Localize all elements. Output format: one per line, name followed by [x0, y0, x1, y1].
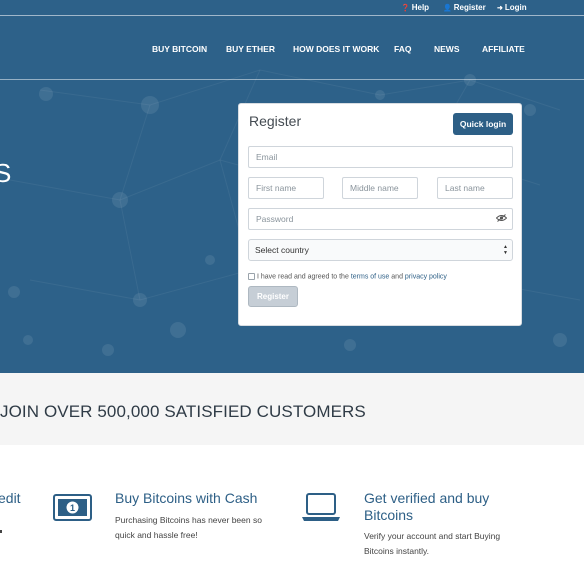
- user-icon: 👤: [443, 5, 452, 12]
- question-circle-icon: ❓: [401, 5, 410, 12]
- country-select-value: Select country: [255, 245, 309, 255]
- privacy-policy-link[interactable]: privacy policy: [405, 273, 447, 280]
- password-input[interactable]: [248, 208, 513, 230]
- middle-name-input[interactable]: [342, 177, 418, 199]
- register-link[interactable]: 👤 Register: [443, 3, 486, 12]
- nav-affiliate[interactable]: AFFILIATE: [482, 44, 525, 54]
- main-navigation: BUY BITCOIN BUY ETHER HOW DOES IT WORK F…: [0, 17, 584, 80]
- country-select[interactable]: Select country ▲ ▼: [248, 239, 513, 261]
- register-card: Register Quick login Select country ▲▼ I…: [238, 103, 522, 326]
- quick-login-button[interactable]: Quick login: [453, 113, 513, 135]
- first-name-input[interactable]: [248, 177, 324, 199]
- last-name-input[interactable]: [437, 177, 513, 199]
- nav-buy-ether[interactable]: BUY ETHER: [226, 44, 275, 54]
- customers-banner: JOIN OVER 500,000 SATISFIED CUSTOMERS: [0, 373, 584, 445]
- feature-verified-desc: Verify your account and start Buying Bit…: [364, 531, 501, 556]
- terms-agreement: I have read and agreed to the terms of u…: [248, 273, 447, 280]
- top-utility-bar: ❓ Help 👤 Register ➜ Login: [0, 0, 584, 16]
- feature-cash-title: Buy Bitcoins with Cash: [115, 490, 258, 506]
- svg-text:1: 1: [70, 503, 75, 513]
- nav-faq[interactable]: FAQ: [394, 44, 411, 54]
- register-title: Register: [249, 113, 302, 129]
- laptop-icon: [302, 493, 340, 521]
- feature-credit-title: edit: [0, 490, 21, 506]
- feature-verified-title: Get verified and buy Bitcoins: [364, 490, 490, 523]
- help-link[interactable]: ❓ Help: [401, 3, 429, 12]
- hero-section: ❓ Help 👤 Register ➜ Login BUY BITCOIN BUY E…: [0, 0, 584, 373]
- sign-in-icon: ➜: [497, 5, 503, 12]
- hero-headline-fragment: S: [0, 158, 12, 188]
- register-submit-button[interactable]: Register: [248, 286, 298, 307]
- email-input[interactable]: [248, 146, 513, 168]
- terms-checkbox[interactable]: [248, 273, 255, 280]
- nav-how-does-it-work[interactable]: HOW DOES IT WORK: [293, 44, 379, 54]
- eye-slash-icon[interactable]: [496, 214, 507, 222]
- customers-banner-text: JOIN OVER 500,000 SATISFIED CUSTOMERS: [0, 402, 366, 421]
- feature-cash-desc: Purchasing Bitcoins has never been so qu…: [115, 515, 262, 540]
- login-link[interactable]: ➜ Login: [497, 3, 527, 12]
- terms-of-use-link[interactable]: terms of use: [351, 273, 390, 280]
- nav-buy-bitcoin[interactable]: BUY BITCOIN: [152, 44, 207, 54]
- nav-news[interactable]: NEWS: [434, 44, 460, 54]
- select-arrows-icon: ▲ ▼: [503, 244, 508, 256]
- feature-credit-fragment: [0, 530, 2, 533]
- cash-icon: 1: [53, 494, 92, 521]
